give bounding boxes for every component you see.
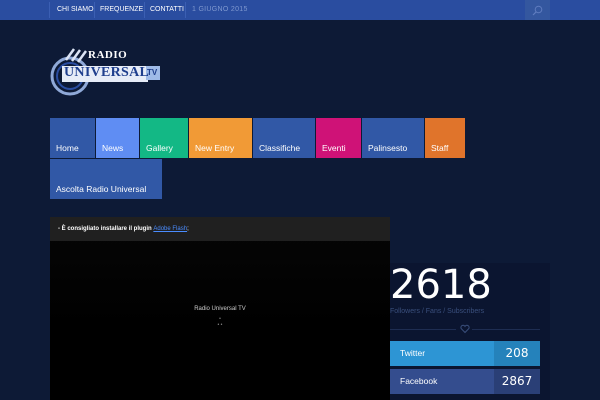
logo-text-radio: RADIO: [88, 49, 128, 61]
nav-item-gallery[interactable]: Gallery: [140, 118, 188, 158]
nav-item-staff[interactable]: Staff: [425, 118, 465, 158]
loading-indicator: • • •: [50, 316, 390, 328]
divider-line: [472, 329, 540, 330]
top-date: 1 GIUGNO 2015: [192, 6, 248, 13]
site-logo[interactable]: RADIO UNIVERSAL TV: [48, 44, 166, 102]
notice-text: - È consigliato installare il plugin: [58, 226, 154, 232]
social-counter-widget: 2618 Followers / Fans / Subscribers Twit…: [390, 263, 550, 400]
top-separator: [49, 2, 50, 18]
loading-dots: • •: [217, 322, 223, 328]
divider-line: [390, 329, 456, 330]
top-link-contatti[interactable]: CONTATTI: [150, 0, 184, 20]
nav-item-new-entry[interactable]: New Entry: [189, 118, 252, 158]
social-total-count: 2618: [390, 262, 492, 308]
social-caption: Followers / Fans / Subscribers: [390, 308, 485, 315]
nav-item-ascolta-radio-universal[interactable]: Ascolta Radio Universal: [50, 159, 162, 199]
top-bar: CHI SIAMO FREQUENZE CONTATTI 1 GIUGNO 20…: [0, 0, 600, 20]
social-row-facebook[interactable]: Facebook 2867: [390, 369, 540, 394]
logo-badge-tv: TV: [147, 68, 158, 77]
search-button[interactable]: [525, 0, 550, 20]
top-link-chi-siamo[interactable]: CHI SIAMO: [57, 0, 94, 20]
facebook-count: 2867: [494, 369, 540, 394]
notice-suffix: ;: [187, 226, 189, 232]
heart-icon: [460, 324, 470, 334]
top-separator: [144, 2, 145, 18]
video-title: Radio Universal TV: [194, 306, 246, 312]
social-row-twitter[interactable]: Twitter 208: [390, 341, 540, 366]
facebook-label: Facebook: [400, 376, 438, 386]
nav-item-classifiche[interactable]: Classifiche: [253, 118, 315, 158]
flash-plugin-notice: - È consigliato installare il plugin Ado…: [50, 217, 390, 241]
top-separator: [94, 2, 95, 18]
top-separator: [185, 2, 186, 18]
logo-text-universal: UNIVERSAL: [64, 65, 150, 80]
nav-item-news[interactable]: News: [96, 118, 139, 158]
flash-plugin-link[interactable]: Adobe Flash: [153, 226, 187, 232]
top-link-frequenze[interactable]: FREQUENZE: [100, 0, 143, 20]
nav-item-palinsesto[interactable]: Palinsesto: [362, 118, 424, 158]
twitter-label: Twitter: [400, 348, 426, 358]
nav-item-home[interactable]: Home: [50, 118, 95, 158]
twitter-count: 208: [494, 341, 540, 366]
search-icon: [532, 5, 543, 16]
video-player[interactable]: - È consigliato installare il plugin Ado…: [50, 217, 390, 400]
nav-item-eventi[interactable]: Eventi: [316, 118, 361, 158]
